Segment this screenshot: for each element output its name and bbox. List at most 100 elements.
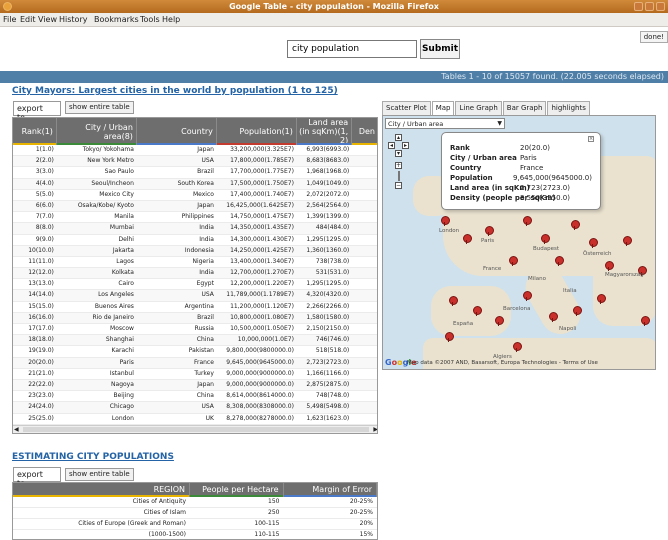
map-marker[interactable]	[441, 216, 450, 226]
population-cell: 11,789,000(1.1789E7)	[226, 291, 294, 299]
results-status-bar: Tables 1 - 10 of 15057 found. (22.005 se…	[0, 71, 668, 83]
zoom-in-icon[interactable]: +	[395, 162, 402, 169]
population-cell: 10,500,000(1.050E7)	[230, 325, 294, 332]
city-cell: Lagos	[116, 257, 134, 265]
land-area-cell: 8,683(8683.0)	[306, 157, 350, 165]
table-row: 10(10.0) Jakarta Indonesia 14,250,000(1.425…	[13, 245, 377, 257]
export-select-2[interactable]: export to...	[13, 467, 61, 488]
map-marker[interactable]	[473, 306, 482, 316]
city-cell: Osaka/Kobe/ Kyoto	[77, 201, 134, 209]
col-land-area[interactable]: Land area (in sqKm)(1, 2)	[296, 118, 353, 145]
map-marker[interactable]	[589, 238, 598, 248]
map-field-select[interactable]: City / Urban area ▼	[385, 118, 505, 129]
land-area-cell: 5,498(5498.0)	[306, 403, 350, 411]
minimize-button[interactable]	[634, 2, 643, 11]
rank-cell: 8(8.0)	[35, 224, 54, 232]
col-rank[interactable]: Rank(1)	[13, 118, 57, 145]
rank-cell: 3(3.0)	[35, 168, 54, 176]
population-cell: 8,308,000(8308000.0)	[226, 403, 294, 411]
submit-button[interactable]: Submit	[420, 39, 460, 59]
land-area-cell: 748(748.0)	[315, 392, 350, 400]
map-marker[interactable]	[605, 261, 614, 271]
col-region[interactable]: REGION	[13, 483, 191, 497]
menu-tools[interactable]: Tools	[140, 15, 160, 24]
pan-down-icon[interactable]: ▾	[395, 150, 402, 157]
map-marker[interactable]	[573, 306, 582, 316]
pan-right-icon[interactable]: ▸	[402, 142, 409, 149]
land-area-cell: 1,360(1360.0)	[306, 246, 350, 254]
map-marker[interactable]	[571, 220, 580, 230]
show-entire-table-button-2[interactable]: show entire table	[65, 468, 134, 481]
map-label: Napoli	[559, 326, 577, 332]
map-marker[interactable]	[541, 234, 550, 244]
map-marker[interactable]	[445, 332, 454, 342]
map-marker[interactable]	[555, 256, 564, 266]
map-marker[interactable]	[623, 236, 632, 246]
country-cell: India	[199, 224, 214, 232]
horizontal-scrollbar[interactable]: ◀ ▶	[13, 425, 377, 433]
col-country[interactable]: Country	[136, 118, 217, 145]
rank-cell: 21(21.0)	[28, 369, 54, 377]
close-window-button[interactable]	[656, 2, 665, 11]
results-status-text: Tables 1 - 10 of 15057 found. (22.005 se…	[441, 72, 664, 81]
maximize-button[interactable]	[645, 2, 654, 11]
map-marker[interactable]	[523, 291, 532, 301]
zoom-slider[interactable]	[398, 171, 400, 181]
country-cell: USA	[201, 291, 214, 299]
map-marker[interactable]	[495, 316, 504, 326]
land-area-cell: 738(738.0)	[315, 257, 350, 265]
info-row: Land area (in sqKm) 2,723(2723.0)	[450, 184, 570, 192]
map-marker[interactable]	[449, 296, 458, 306]
map-marker[interactable]	[549, 312, 558, 322]
scroll-left-icon[interactable]: ◀	[14, 426, 19, 433]
scroll-thumb[interactable]	[23, 427, 369, 432]
map-marker[interactable]	[597, 294, 606, 304]
city-cell: Kolkata	[111, 269, 134, 277]
table-row: Cities of Islam 250 20-25%	[13, 508, 377, 519]
table-row: 15(15.0) Buenos Aires Argentina 11,200,000(…	[13, 302, 377, 313]
tab-highlights[interactable]: highlights	[547, 101, 590, 115]
zoom-out-icon[interactable]: −	[395, 182, 402, 189]
population-cell: 9,800,000(9800000.0)	[226, 347, 294, 355]
map-marker[interactable]	[513, 342, 522, 352]
map-view[interactable]: City / Urban area ▼ ▴ ◂ ▸ ▾ + − London P…	[382, 115, 656, 370]
map-marker[interactable]	[463, 234, 472, 244]
menu-edit[interactable]: Edit	[20, 15, 36, 24]
menu-help[interactable]: Help	[162, 15, 180, 24]
tab-map[interactable]: Map	[431, 101, 455, 115]
density-cell	[352, 201, 377, 211]
close-icon[interactable]: ×	[588, 136, 594, 142]
table2-title-link[interactable]: ESTIMATING CITY POPULATIONS	[12, 452, 174, 462]
table1-title-link[interactable]: City Mayors: Largest cities in the world…	[12, 86, 338, 96]
map-marker[interactable]	[523, 216, 532, 226]
land-area-cell: 1,580(1580.0)	[306, 313, 350, 321]
menu-file[interactable]: File	[3, 15, 16, 24]
menu-history[interactable]: History	[59, 15, 87, 24]
menu-view[interactable]: View	[38, 15, 57, 24]
country-cell: China	[196, 392, 214, 400]
search-input[interactable]	[287, 40, 417, 58]
land-area-cell: 518(518.0)	[315, 347, 350, 355]
menu-bookmarks[interactable]: Bookmarks	[94, 15, 139, 24]
tab-line-graph[interactable]: Line Graph	[455, 101, 502, 115]
scroll-right-icon[interactable]: ▶	[373, 426, 377, 433]
tab-scatter-plot[interactable]: Scatter Plot	[382, 101, 431, 115]
col-population[interactable]: Population(1)	[216, 118, 297, 145]
map-marker[interactable]	[485, 226, 494, 236]
map-marker[interactable]	[509, 256, 518, 266]
col-margin-of-error[interactable]: Margin of Error	[283, 483, 377, 497]
table-row: 24(24.0) Chicago USA 8,308,000(8308000.0) 5,…	[13, 402, 377, 414]
density-cell	[352, 179, 377, 189]
col-density[interactable]: Den	[352, 118, 377, 145]
pan-left-icon[interactable]: ◂	[388, 142, 395, 149]
map-marker[interactable]	[641, 316, 650, 326]
col-city[interactable]: City / Urban area(8)	[56, 118, 137, 145]
city-cell: Rio de Janeiro	[92, 313, 134, 321]
tab-bar-graph[interactable]: Bar Graph	[502, 101, 547, 115]
map-copyright[interactable]: Map data ©2007 AND, Basarsoft, Europa Te…	[407, 360, 598, 366]
export-select[interactable]: export to...	[13, 101, 61, 122]
col-people-per-hectare[interactable]: People per Hectare	[190, 483, 284, 497]
land-area-cell: 1,623(1623.0)	[306, 414, 350, 422]
pan-up-icon[interactable]: ▴	[395, 134, 402, 141]
show-entire-table-button[interactable]: show entire table	[65, 101, 134, 114]
